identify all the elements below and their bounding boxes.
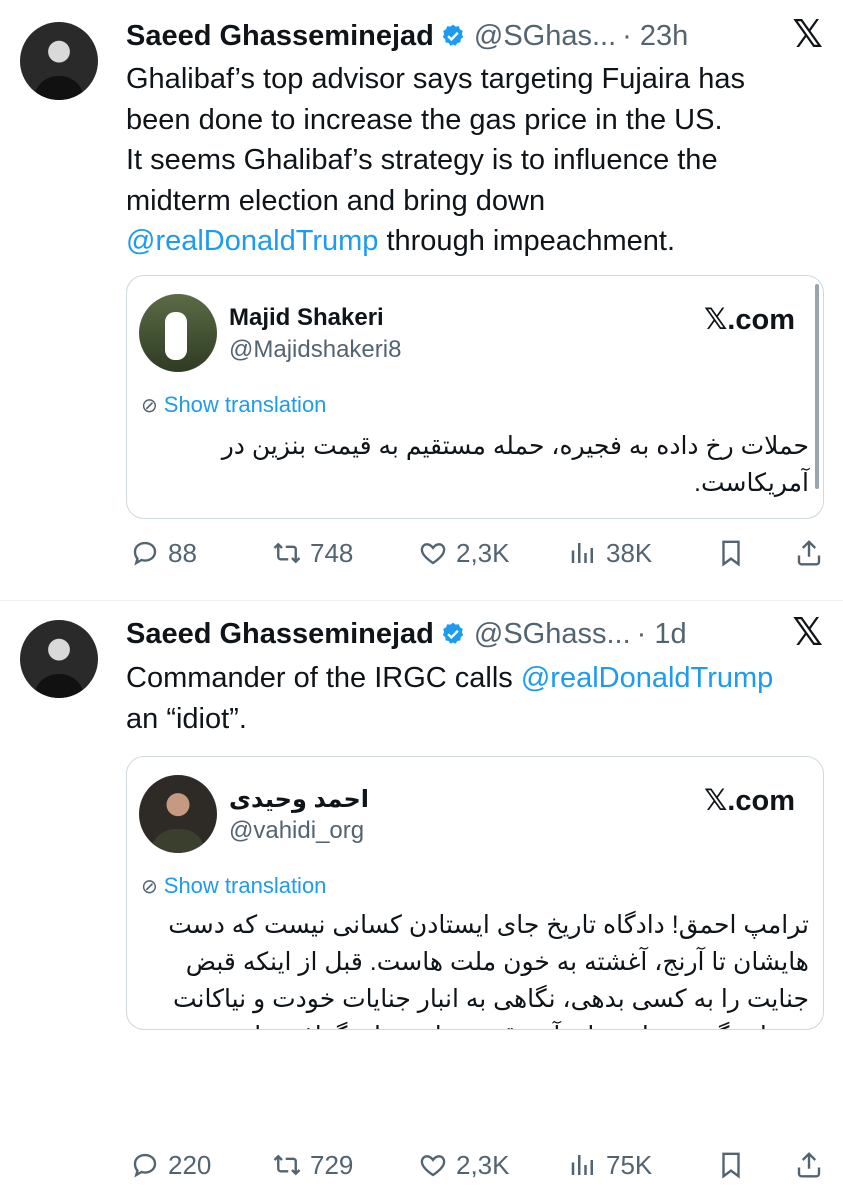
quoted-avatar[interactable] xyxy=(139,775,217,853)
tweet-text: Ghalibaf’s top advisor says targeting Fu… xyxy=(126,63,745,257)
reply-icon xyxy=(133,541,157,566)
quoted-avatar[interactable] xyxy=(139,294,217,372)
share-button[interactable] xyxy=(794,1145,824,1185)
show-translation-link[interactable]: ⊘ Show translation xyxy=(141,873,326,899)
verified-badge-icon xyxy=(442,622,464,644)
bookmark-icon xyxy=(722,1152,740,1179)
views-icon xyxy=(571,543,593,563)
tweet-2[interactable]: Saeed Ghasseminejad @SGhass... · 1d 𝕏 Co… xyxy=(0,600,843,1200)
author-name[interactable]: Saeed Ghasseminejad xyxy=(126,618,434,651)
reply-button[interactable]: 88 xyxy=(130,533,197,573)
tweet-header: Saeed Ghasseminejad @SGhass... · 1d xyxy=(126,614,687,654)
tweet-actions: 88 748 2,3K 38K xyxy=(126,533,826,573)
author-name[interactable]: Saeed Ghasseminejad xyxy=(126,20,434,53)
bookmark-button[interactable] xyxy=(716,533,746,573)
show-translation-link[interactable]: ⊘ Show translation xyxy=(141,392,326,418)
repost-button[interactable]: 729 xyxy=(272,1145,353,1185)
quoted-author-handle: @Majidshakeri8 xyxy=(229,336,402,363)
quoted-text: حملات رخ داده به فجیره، حمله مستقیم به ق… xyxy=(221,432,809,497)
author-avatar[interactable] xyxy=(20,22,98,100)
author-handle[interactable]: @SGhas... xyxy=(474,20,616,53)
tweet-time[interactable]: · 1d xyxy=(637,618,687,651)
tweet-actions: 220 729 2,3K 75K xyxy=(126,1145,826,1185)
translate-icon: ⊘ xyxy=(141,394,158,417)
like-button[interactable]: 2,3K xyxy=(418,1145,510,1185)
repost-button[interactable]: 748 xyxy=(272,533,353,573)
translate-icon: ⊘ xyxy=(141,875,158,898)
reply-icon xyxy=(133,1153,157,1178)
views-icon xyxy=(571,1155,593,1175)
quoted-author-handle: @vahidi_org xyxy=(229,817,365,844)
like-button[interactable]: 2,3K xyxy=(418,533,510,573)
tweet-1[interactable]: Saeed Ghasseminejad @SGhas... · 23h 𝕏 Gh… xyxy=(0,0,843,600)
quoted-text: ترامپ احمق! دادگاه تاریخ جای ایستادن کسا… xyxy=(168,911,809,1029)
quoted-author-name: Majid Shakeri xyxy=(229,304,384,331)
quoted-domain[interactable]: 𝕏.com xyxy=(704,302,795,337)
share-icon xyxy=(797,1152,821,1178)
repost-icon xyxy=(273,1154,301,1176)
mention-link[interactable]: @realDonaldTrump xyxy=(521,662,773,694)
tweet-time[interactable]: · 23h xyxy=(622,20,688,53)
like-icon xyxy=(420,543,446,565)
x-logo-icon[interactable]: 𝕏 xyxy=(792,610,823,655)
mention-link[interactable]: @realDonaldTrump xyxy=(126,225,378,257)
quoted-author-name: احمد وحیدی xyxy=(229,786,370,813)
repost-icon xyxy=(273,542,301,564)
views-button[interactable]: 38K xyxy=(568,533,652,573)
verified-badge-icon xyxy=(442,24,464,46)
quoted-domain[interactable]: 𝕏.com xyxy=(704,783,795,818)
tweet-text: Commander of the IRGC calls @realDonaldT… xyxy=(126,662,774,735)
share-icon xyxy=(797,540,821,566)
quoted-tweet[interactable]: Majid Shakeri @Majidshakeri8 𝕏.com ⊘ Sho… xyxy=(126,275,824,519)
x-logo-icon[interactable]: 𝕏 xyxy=(792,12,823,57)
bookmark-icon xyxy=(722,540,740,567)
tweet-header: Saeed Ghasseminejad @SGhas... · 23h xyxy=(126,16,688,56)
author-handle[interactable]: @SGhass... xyxy=(474,618,631,651)
quoted-tweet[interactable]: احمد وحیدی @vahidi_org 𝕏.com ⊘ Show tran… xyxy=(126,756,824,1030)
author-avatar[interactable] xyxy=(20,620,98,698)
like-icon xyxy=(420,1155,446,1177)
reply-button[interactable]: 220 xyxy=(130,1145,211,1185)
scrollbar[interactable] xyxy=(815,284,819,489)
views-button[interactable]: 75K xyxy=(568,1145,652,1185)
share-button[interactable] xyxy=(794,533,824,573)
bookmark-button[interactable] xyxy=(716,1145,746,1185)
